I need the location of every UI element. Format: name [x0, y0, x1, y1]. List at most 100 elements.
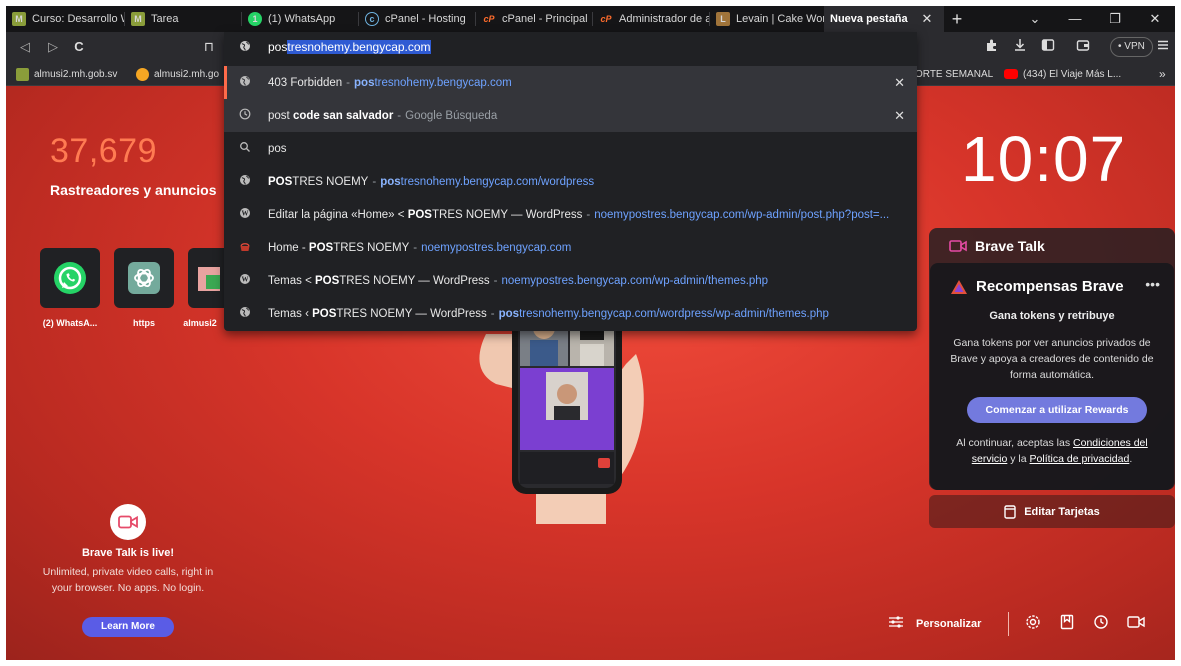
customize-button[interactable]: Personalizar [916, 614, 981, 634]
wordpress-icon: W [238, 273, 252, 288]
suggestion-row[interactable]: POSTRES NOEMY - postresnohemy.bengycap.c… [224, 165, 917, 198]
cpanel-icon: cP [600, 14, 612, 24]
history-clock-icon [238, 108, 252, 123]
bookmark-almusi2[interactable]: almusi2.mh.gob.sv [16, 66, 117, 82]
suggestion-row[interactable]: Home - POSTRES NOEMY - noemypostres.beng… [224, 231, 917, 264]
bookmark-reporte-semanal[interactable]: ORTE SEMANAL [915, 66, 993, 82]
globe-icon [238, 174, 252, 189]
bookmark-youtube[interactable]: (434) El Viaje Más L... [1004, 66, 1121, 82]
suggestion-title-match: POS [268, 175, 293, 188]
tab-curso[interactable]: M Curso: Desarrollo W [6, 6, 125, 32]
suggestion-title: Home - [268, 241, 309, 254]
top-site-chatgpt[interactable] [114, 248, 174, 308]
edit-cards-label: Editar Tarjetas [1024, 505, 1100, 518]
new-tab-button[interactable]: + [944, 9, 970, 30]
cpanel-hosting-icon: c [365, 12, 379, 26]
suggestion-title: TRES NOEMY — WordPress [431, 208, 583, 221]
forward-icon[interactable]: ▷ [44, 38, 62, 56]
rewards-more-icon[interactable]: ••• [1145, 276, 1160, 292]
tab-label: cPanel - Hosting [385, 13, 466, 25]
browser-window: M Curso: Desarrollo W M Tarea 1 (1) What… [6, 6, 1175, 660]
suggestion-title-match: POS [308, 241, 334, 254]
suggestion-row[interactable]: pos [224, 132, 917, 165]
suggestion-row[interactable]: Temas ‹ POSTRES NOEMY — WordPress - post… [224, 297, 917, 330]
moodle-icon: M [131, 12, 145, 26]
remove-suggestion-icon[interactable]: ✕ [894, 75, 905, 91]
remove-suggestion-icon[interactable]: ✕ [894, 108, 905, 124]
learn-more-button[interactable]: Learn More [82, 617, 174, 637]
moodle-icon [16, 67, 29, 81]
tab-search-icon[interactable]: ⌄ [1015, 6, 1055, 32]
tab-strip: M Curso: Desarrollo W M Tarea 1 (1) What… [6, 6, 1175, 32]
cpanel-icon: cP [483, 14, 495, 24]
tab-label: (1) WhatsApp [268, 13, 336, 25]
selection-indicator [224, 66, 227, 99]
suggestion-row[interactable]: W Editar la página «Home» < POSTRES NOEM… [224, 198, 917, 231]
suggestion-title: Temas < [268, 274, 315, 287]
extensions-icon[interactable] [983, 38, 1001, 56]
cake-icon [238, 240, 252, 255]
bookmark-icon[interactable]: ⊓ [200, 38, 218, 56]
suggestion-title-match: POS [312, 307, 337, 320]
address-bar-dropdown: postresnohemy.bengycap.com 403 Forbidden… [224, 32, 917, 331]
suggestion-title: TRES NOEMY [292, 175, 369, 188]
brave-talk-widget-header[interactable]: Brave Talk [949, 238, 1045, 254]
history-icon[interactable] [1091, 614, 1111, 634]
globe-icon [238, 306, 252, 321]
whatsapp-icon: 1 [248, 12, 262, 26]
levain-icon: L [716, 12, 730, 26]
start-rewards-button[interactable]: Comenzar a utilizar Rewards [967, 397, 1147, 423]
back-icon[interactable]: ◁ [16, 38, 34, 56]
settings-icon[interactable] [1023, 614, 1043, 634]
tab-nueva-pestana[interactable]: Nueva pestaña ✕ [824, 6, 944, 32]
terms-text: y la [1007, 453, 1030, 465]
suggestion-query: pos [268, 142, 287, 155]
top-site-almusi2[interactable] [188, 248, 224, 308]
reload-icon[interactable]: C [70, 38, 88, 56]
suggestion-source: Google Búsqueda [405, 109, 498, 122]
bookmark-almusi2-b[interactable]: almusi2.mh.go [136, 66, 219, 82]
brave-talk-icon[interactable] [1126, 614, 1146, 634]
sidebar-icon[interactable] [1039, 38, 1057, 56]
tab-tarea[interactable]: M Tarea [125, 6, 242, 32]
address-bar-input[interactable]: postresnohemy.bengycap.com [224, 32, 917, 62]
download-icon[interactable] [1011, 38, 1029, 56]
bookmark-label: almusi2.mh.go [154, 68, 220, 80]
suggestion-title: TRES NOEMY — WordPress [336, 307, 487, 320]
tab-levain[interactable]: L Levain | Cake Word [710, 6, 824, 32]
suggestion-row[interactable]: post code san salvador - Google Búsqueda… [224, 99, 917, 132]
suggestion-row[interactable]: W Temas < POSTRES NOEMY — WordPress - no… [224, 264, 917, 297]
tab-whatsapp[interactable]: 1 (1) WhatsApp [242, 6, 359, 32]
youtube-icon [1004, 69, 1018, 79]
close-window-button[interactable]: ✕ [1135, 6, 1175, 32]
video-camera-icon [118, 515, 138, 529]
wallet-icon[interactable] [1074, 38, 1092, 56]
edit-cards-button[interactable]: Editar Tarjetas [929, 495, 1175, 528]
minimize-button[interactable]: — [1055, 6, 1095, 32]
tab-label: Curso: Desarrollo W [32, 13, 125, 25]
rewards-subtitle: Gana tokens y retribuye [989, 310, 1115, 322]
top-site-whatsapp[interactable] [40, 248, 100, 308]
suggestion-row[interactable]: 403 Forbidden - postresnohemy.bengycap.c… [224, 66, 917, 99]
bookmark-label: ORTE SEMANAL [915, 68, 994, 80]
suggestion-url: noemypostres.bengycap.com/wp-admin/theme… [501, 274, 769, 287]
vpn-button[interactable]: • VPN [1110, 37, 1153, 57]
restore-button[interactable]: ❐ [1095, 6, 1135, 32]
close-tab-icon[interactable]: ✕ [916, 11, 938, 27]
tab-cpanel-principal[interactable]: cP cPanel - Principal [476, 6, 593, 32]
tab-cpanel-hosting[interactable]: c cPanel - Hosting [359, 6, 476, 32]
globe-icon [238, 40, 252, 55]
customize-icon[interactable] [886, 614, 906, 634]
bottom-divider [1008, 612, 1009, 636]
bookmarks-more-button[interactable]: » [1159, 66, 1166, 82]
privacy-policy-link[interactable]: Política de privacidad [1030, 453, 1130, 465]
chatgpt-icon [128, 262, 160, 294]
suggestion-url-match: pos [380, 175, 401, 188]
bookmark-label: almusi2.mh.gob.sv [34, 68, 118, 80]
clock: 10:07 [961, 123, 1127, 195]
tab-administrador[interactable]: cP Administrador de a [593, 6, 710, 32]
trackers-count: 37,679 [50, 132, 157, 170]
menu-icon[interactable] [1154, 38, 1172, 56]
brave-talk-promo-title: Brave Talk is live! [81, 547, 175, 559]
bookmarks-icon[interactable] [1057, 614, 1077, 634]
